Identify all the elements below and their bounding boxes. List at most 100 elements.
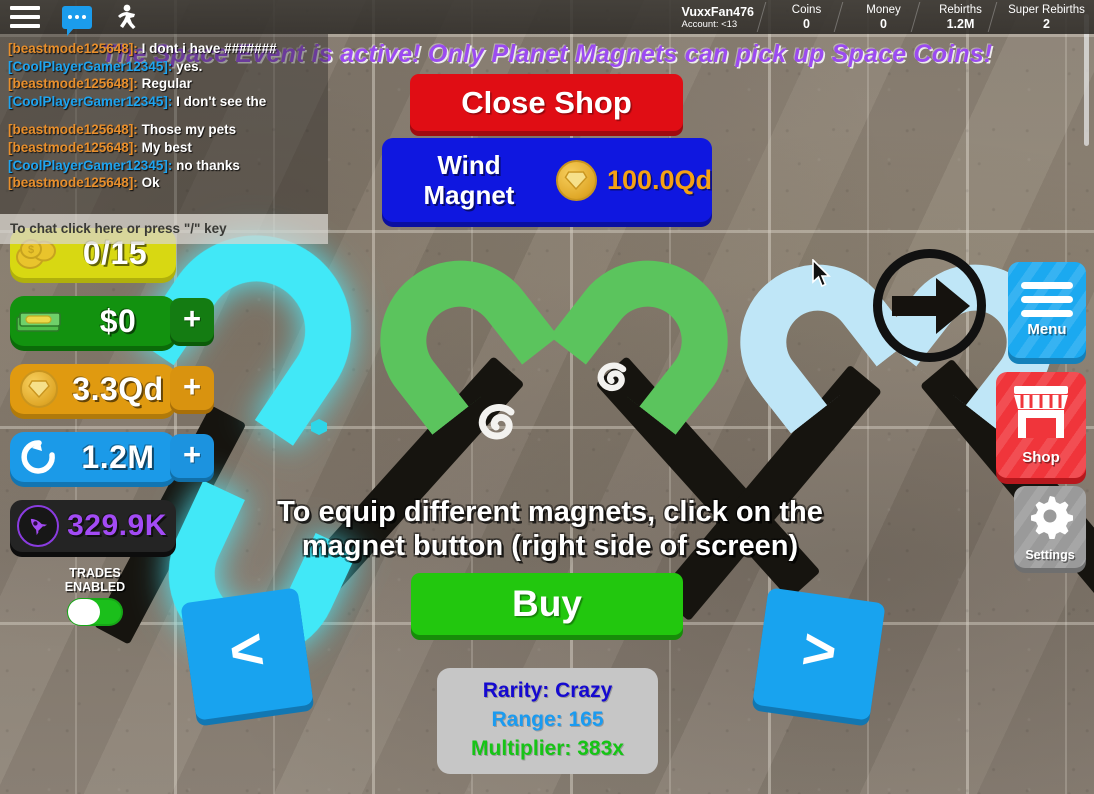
account-info: VuxxFan476 Account: <13	[682, 0, 769, 34]
chat-text: no thanks	[176, 157, 240, 173]
stat-super-rebirths-label: Super Rebirths	[1008, 3, 1085, 16]
chat-text: Those my pets	[141, 122, 237, 138]
chat-author: [beastmode125648]:	[8, 139, 138, 155]
rebirth-arrow-icon	[10, 438, 68, 476]
gems-plus-button[interactable]: +	[170, 366, 214, 410]
account-age-label: Account: <13	[681, 18, 738, 30]
item-info-card: Rarity: Crazy Range: 165 Multiplier: 383…	[437, 668, 658, 774]
gems-panel[interactable]: 3.3Qd	[10, 364, 176, 414]
trades-toggle-group: TRADES ENABLED	[52, 566, 138, 626]
trades-toggle[interactable]	[67, 598, 123, 626]
trades-label-line2: ENABLED	[64, 580, 126, 594]
buy-button[interactable]: Buy	[411, 573, 683, 635]
stat-coins-value: 0	[803, 16, 810, 31]
chat-bubble-icon[interactable]	[62, 5, 92, 36]
prev-item-button[interactable]: <	[180, 587, 314, 721]
chat-message: [beastmode125648]: Those my pets	[8, 121, 322, 139]
magnet-swirl-left-icon	[466, 390, 530, 459]
rebirths-panel[interactable]: 1.2M	[10, 432, 176, 482]
shop-item-name-line2: Magnet	[423, 180, 515, 210]
chat-text: yes.	[176, 58, 203, 74]
money-value: $0	[99, 302, 137, 339]
money-plus-button[interactable]: +	[170, 298, 214, 342]
chat-author: [CoolPlayerGamer12345]:	[8, 93, 173, 109]
chat-author: [CoolPlayerGamer12345]:	[8, 58, 173, 74]
money-panel[interactable]: $0	[10, 296, 176, 346]
top-bar-stats: VuxxFan476 Account: <13 Coins 0 Money 0 …	[682, 0, 1094, 34]
shop-item-price: 100.0Qd	[606, 164, 712, 195]
username: VuxxFan476	[681, 4, 755, 19]
stat-money-label: Money	[866, 3, 901, 16]
menu-button[interactable]: Menu	[1008, 262, 1086, 358]
shop-button[interactable]: Shop	[996, 372, 1086, 478]
settings-button[interactable]: Settings	[1014, 486, 1086, 568]
stat-rebirths-value: 1.2M	[946, 16, 975, 31]
chat-message: [CoolPlayerGamer12345]: yes.	[8, 58, 322, 76]
close-shop-button[interactable]: Close Shop	[410, 74, 683, 131]
stat-super-rebirths: Super Rebirths 2	[999, 0, 1094, 34]
super-rebirths-value: 329.9K	[67, 509, 167, 542]
buy-label: Buy	[512, 583, 582, 624]
chat-panel[interactable]: [beastmode125648]: I dont i have #######…	[0, 34, 328, 214]
stat-coins-label: Coins	[791, 3, 822, 16]
chat-input-placeholder: To chat click here or press "/" key	[10, 221, 227, 236]
emote-person-icon[interactable]	[114, 4, 138, 30]
shop-item-name: Wind Magnet	[382, 150, 556, 210]
top-bar: VuxxFan476 Account: <13 Coins 0 Money 0 …	[0, 0, 1094, 36]
magnet-swirl-right-icon	[588, 352, 638, 407]
item-multiplier: Multiplier: 383x	[471, 737, 624, 760]
chat-author: [beastmode125648]:	[8, 175, 138, 191]
chat-text: I dont i have #######	[141, 41, 277, 56]
chat-author: [beastmode125648]:	[8, 76, 138, 92]
shop-button-label: Shop	[1022, 449, 1060, 466]
chat-author: [beastmode125648]:	[8, 122, 138, 138]
mouse-cursor-icon	[812, 259, 831, 288]
chat-text: Ok	[141, 175, 160, 191]
stat-super-rebirths-value: 2	[1043, 16, 1050, 31]
top-bar-icons	[0, 0, 138, 36]
gem-coin-icon	[10, 370, 68, 408]
trades-label-line1: TRADES	[69, 566, 121, 580]
chat-message: [beastmode125648]: My best	[8, 139, 322, 157]
storefront-icon	[1010, 384, 1072, 445]
gems-value: 3.3Qd	[72, 370, 164, 407]
chat-message: [beastmode125648]: Ok	[8, 174, 322, 192]
chat-spacer	[8, 110, 322, 121]
arrow-right-icon	[892, 278, 970, 334]
chat-text: I don't see the	[176, 93, 267, 109]
prev-item-label: <	[225, 615, 268, 686]
chat-author: [beastmode125648]:	[8, 41, 138, 56]
settings-button-label: Settings	[1025, 547, 1075, 562]
equip-hint-line2: magnet button (right side of screen)	[301, 530, 799, 562]
stat-money-value: 0	[880, 16, 887, 31]
next-item-label: >	[798, 615, 841, 686]
chat-input[interactable]: To chat click here or press "/" key	[0, 214, 328, 244]
chat-text: Regular	[141, 76, 192, 92]
next-item-button[interactable]: >	[752, 587, 886, 721]
shop-item-price-group: 100.0Qd	[555, 159, 712, 201]
hamburger-menu-icon[interactable]	[10, 6, 40, 28]
rebirths-plus-button[interactable]: +	[170, 434, 214, 478]
cash-stack-icon	[10, 308, 68, 334]
gem-coin-icon	[555, 159, 597, 201]
menu-button-label: Menu	[1027, 321, 1067, 338]
game-screen: VuxxFan476 Account: <13 Coins 0 Money 0 …	[0, 0, 1094, 794]
close-shop-label: Close Shop	[461, 84, 632, 120]
equip-hint-line1: To equip different magnets, click on the	[277, 496, 823, 528]
shop-item-name-line1: Wind	[437, 150, 501, 180]
gear-icon	[1027, 493, 1073, 544]
chat-message: [CoolPlayerGamer12345]: I don't see the	[8, 93, 322, 111]
rebirths-value: 1.2M	[81, 438, 155, 475]
item-range: Range: 165	[491, 708, 604, 731]
item-rarity: Rarity: Crazy	[482, 679, 613, 702]
shop-item-card: Wind Magnet 100.0Qd	[382, 138, 712, 222]
super-rebirths-panel[interactable]: 329.9K	[10, 500, 176, 552]
stat-rebirths-label: Rebirths	[939, 3, 982, 16]
svg-text:$: $	[28, 244, 34, 256]
rocket-icon	[10, 505, 66, 547]
equip-hint: To equip different magnets, click on the…	[180, 495, 920, 563]
hamburger-menu-icon	[1021, 282, 1073, 317]
chat-author: [CoolPlayerGamer12345]:	[8, 157, 173, 173]
chat-message: [CoolPlayerGamer12345]: no thanks	[8, 157, 322, 175]
trades-toggle-knob	[68, 599, 100, 625]
